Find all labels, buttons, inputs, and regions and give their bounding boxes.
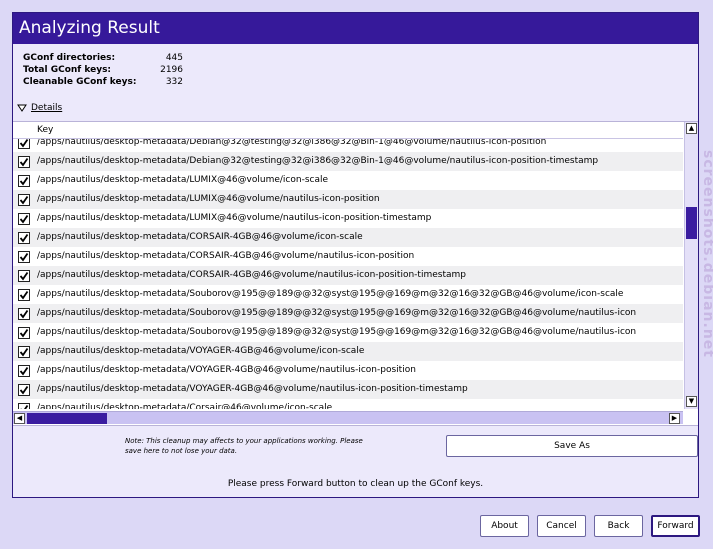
table-row[interactable]: /apps/nautilus/desktop-metadata/LUMIX@46… (13, 190, 683, 209)
stats-summary: GConf directories: 445 Total GConf keys:… (23, 53, 183, 89)
checkmark-icon (19, 157, 29, 167)
scroll-right-icon[interactable]: ▶ (669, 413, 680, 424)
row-checkbox[interactable] (18, 194, 30, 206)
checkmark-icon (19, 214, 29, 224)
table-row[interactable]: /apps/nautilus/desktop-metadata/CORSAIR-… (13, 247, 683, 266)
table-row[interactable]: /apps/nautilus/desktop-metadata/Debian@3… (13, 152, 683, 171)
stat-cleanable-keys: Cleanable GConf keys: 332 (23, 77, 183, 89)
forward-hint: Please press Forward button to clean up … (227, 479, 484, 489)
key-path: /apps/nautilus/desktop-metadata/VOYAGER-… (37, 346, 365, 356)
key-path: /apps/nautilus/desktop-metadata/Souborov… (37, 308, 637, 318)
stat-value: 445 (165, 53, 183, 63)
table-row[interactable]: /apps/nautilus/desktop-metadata/Souborov… (13, 323, 683, 342)
stat-label: Total GConf keys: (23, 65, 112, 75)
checkmark-icon (19, 195, 29, 205)
checkmark-icon (19, 328, 29, 338)
key-path: /apps/nautilus/desktop-metadata/CORSAIR-… (37, 232, 363, 242)
keys-list: /apps/nautilus/desktop-metadata/Debian@3… (13, 133, 683, 409)
about-button[interactable]: About (480, 515, 529, 537)
key-path: /apps/nautilus/desktop-metadata/Corsair@… (37, 403, 333, 409)
expander-down-icon (17, 104, 27, 112)
checkmark-icon (19, 366, 29, 376)
analyzing-result-panel: Analyzing Result GConf directories: 445 … (12, 12, 699, 498)
stat-total-keys: Total GConf keys: 2196 (23, 65, 183, 77)
back-button[interactable]: Back (594, 515, 643, 537)
row-checkbox[interactable] (18, 213, 30, 225)
checkmark-icon (19, 385, 29, 395)
watermark: screenshots.debian.net (700, 150, 713, 358)
page-title: Analyzing Result (13, 13, 698, 44)
stat-directories: GConf directories: 445 (23, 53, 183, 65)
key-path: /apps/nautilus/desktop-metadata/LUMIX@46… (37, 194, 380, 204)
key-path: /apps/nautilus/desktop-metadata/VOYAGER-… (37, 365, 416, 375)
row-checkbox[interactable] (18, 384, 30, 396)
stat-label: Cleanable GConf keys: (23, 77, 137, 87)
details-expander[interactable]: Details (17, 102, 62, 114)
checkmark-icon (19, 138, 29, 148)
checkmark-icon (19, 176, 29, 186)
table-row[interactable]: /apps/nautilus/desktop-metadata/LUMIX@46… (13, 209, 683, 228)
row-checkbox[interactable] (18, 270, 30, 282)
checkmark-icon (19, 309, 29, 319)
checkmark-icon (19, 290, 29, 300)
key-path: /apps/nautilus/desktop-metadata/Debian@3… (37, 156, 599, 166)
table-row[interactable]: /apps/nautilus/desktop-metadata/CORSAIR-… (13, 228, 683, 247)
key-path: /apps/nautilus/desktop-metadata/LUMIX@46… (37, 213, 432, 223)
column-header-key[interactable]: Key (13, 122, 683, 139)
horizontal-scrollbar[interactable]: ◀ ▶ (13, 411, 683, 424)
table-row[interactable]: /apps/nautilus/desktop-metadata/LUMIX@46… (13, 171, 683, 190)
key-path: /apps/nautilus/desktop-metadata/Souborov… (37, 289, 624, 299)
row-checkbox[interactable] (18, 289, 30, 301)
cancel-button[interactable]: Cancel (537, 515, 586, 537)
key-path: /apps/nautilus/desktop-metadata/Souborov… (37, 327, 637, 337)
row-checkbox[interactable] (18, 308, 30, 320)
table-row[interactable]: /apps/nautilus/desktop-metadata/VOYAGER-… (13, 342, 683, 361)
stat-label: GConf directories: (23, 53, 116, 63)
key-path: /apps/nautilus/desktop-metadata/CORSAIR-… (37, 251, 415, 261)
cleanup-note: Note: This cleanup may affects to your a… (125, 437, 363, 455)
row-checkbox[interactable] (18, 346, 30, 358)
row-checkbox[interactable] (18, 251, 30, 263)
row-checkbox[interactable] (18, 156, 30, 168)
key-path: /apps/nautilus/desktop-metadata/VOYAGER-… (37, 384, 468, 394)
row-checkbox[interactable] (18, 175, 30, 187)
key-path: /apps/nautilus/desktop-metadata/CORSAIR-… (37, 270, 466, 280)
checkmark-icon (19, 233, 29, 243)
scroll-left-icon[interactable]: ◀ (14, 413, 25, 424)
table-row[interactable]: /apps/nautilus/desktop-metadata/Souborov… (13, 285, 683, 304)
key-path: /apps/nautilus/desktop-metadata/LUMIX@46… (37, 175, 329, 185)
forward-button[interactable]: Forward (651, 515, 700, 537)
stat-value: 332 (165, 77, 183, 87)
horizontal-scroll-thumb[interactable] (27, 413, 107, 424)
table-row[interactable]: /apps/nautilus/desktop-metadata/CORSAIR-… (13, 266, 683, 285)
details-label: Details (31, 103, 63, 113)
row-checkbox[interactable] (18, 232, 30, 244)
column-header-label: Key (37, 125, 54, 135)
row-checkbox[interactable] (18, 403, 30, 409)
table-row[interactable]: /apps/nautilus/desktop-metadata/Corsair@… (13, 399, 683, 409)
row-checkbox[interactable] (18, 365, 30, 377)
row-checkbox[interactable] (18, 327, 30, 339)
checkmark-icon (19, 252, 29, 262)
table-row[interactable]: /apps/nautilus/desktop-metadata/VOYAGER-… (13, 361, 683, 380)
checkmark-icon (19, 271, 29, 281)
stat-value: 2196 (160, 65, 183, 75)
checkmark-icon (20, 404, 29, 409)
save-as-button[interactable]: Save As (446, 435, 698, 457)
table-row[interactable]: /apps/nautilus/desktop-metadata/Souborov… (13, 304, 683, 323)
table-row[interactable]: /apps/nautilus/desktop-metadata/VOYAGER-… (13, 380, 683, 399)
keys-tree-view[interactable]: /apps/nautilus/desktop-metadata/Debian@3… (13, 121, 698, 426)
scroll-up-icon[interactable]: ▲ (686, 123, 697, 134)
checkmark-icon (19, 347, 29, 357)
